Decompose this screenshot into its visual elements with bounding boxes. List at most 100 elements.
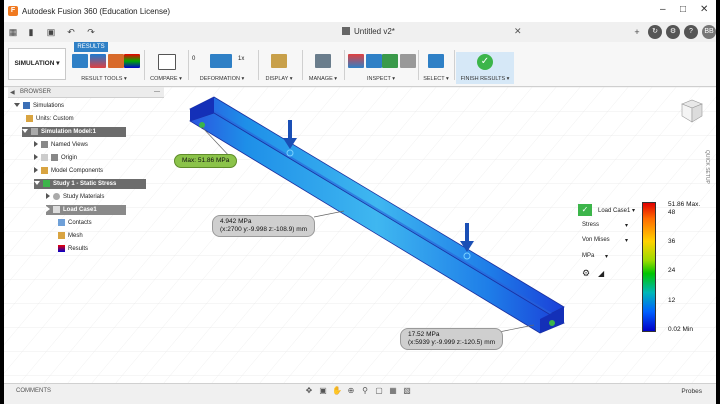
select-group[interactable]: SELECT ▾ — [420, 52, 452, 84]
component-dropdown[interactable]: Von Mises ▾ — [582, 237, 628, 244]
deformation-label: DEFORMATION — [199, 76, 240, 82]
close-tab-icon[interactable]: ✕ — [514, 26, 522, 37]
browser-collapse-icon[interactable]: — — [154, 89, 160, 95]
tree-load-case[interactable]: Load Case1 — [46, 205, 126, 215]
components-icon — [41, 166, 48, 174]
help-icon[interactable]: ? — [684, 25, 698, 39]
save-icon[interactable]: ▣ — [46, 27, 56, 37]
tree-units[interactable]: Units: Custom — [26, 114, 74, 124]
quick-setup-tab[interactable]: QUICK SETUP — [700, 150, 710, 190]
comments-label[interactable]: COMMENTS — [16, 388, 51, 394]
app-grid-icon[interactable]: ▦ — [8, 27, 18, 37]
deformation-icon — [210, 54, 232, 68]
tree-study-materials[interactable]: Study Materials — [46, 192, 104, 202]
probe-2-value: 17.52 MPa — [408, 331, 440, 338]
zoom-icon[interactable]: ⊕ — [346, 386, 356, 396]
display-settings-icon[interactable]: ▢ — [374, 386, 384, 396]
tree-origin[interactable]: Origin — [34, 153, 77, 163]
inspect-label: INSPECT — [366, 76, 391, 82]
eye-icon[interactable] — [41, 153, 48, 161]
compare-group[interactable]: COMPARE ▾ — [146, 52, 186, 84]
tree-results[interactable]: Results — [58, 244, 88, 254]
app-window: F Autodesk Fusion 360 (Education License… — [4, 0, 716, 404]
fit-icon[interactable]: ⚲ — [360, 386, 370, 396]
tree-label: Origin — [61, 155, 78, 161]
ribbon-separator — [344, 50, 345, 80]
undo-icon[interactable]: ↶ — [66, 27, 76, 37]
user-avatar[interactable]: BB — [702, 25, 716, 39]
notifications-icon[interactable]: ⚙ — [666, 25, 680, 39]
toggle-legend-icon — [90, 54, 106, 68]
tree-model-components[interactable]: Model Components — [34, 166, 103, 176]
legend-min: 0.02 Min — [668, 326, 693, 333]
measure-icon — [366, 54, 382, 68]
legend-settings-icon[interactable]: ⚙ — [582, 268, 590, 279]
minimize-button[interactable]: – — [660, 5, 666, 15]
probe-icon — [108, 54, 124, 68]
ribbon-separator — [302, 50, 303, 80]
document-tab[interactable]: Untitled v2* ✕ — [324, 22, 554, 42]
units-value: MPa — [582, 253, 595, 259]
tree-label: Contacts — [68, 220, 92, 226]
browser-header[interactable]: ◀ BROWSER — — [8, 87, 164, 98]
look-at-icon[interactable]: ▣ — [318, 386, 328, 396]
tree-label: Simulation Model:1 — [41, 129, 97, 135]
fusion-logo-icon: F — [8, 6, 18, 16]
browser-panel: ◀ BROWSER — Simulations Units: Custom Si… — [8, 87, 164, 257]
deformation-group[interactable]: 0 1x DEFORMATION ▾ — [190, 52, 254, 84]
ribbon: SIMULATION ▾ RESULTS RESULT TOOLS ▾ COMP… — [4, 42, 716, 87]
display-label: DISPLAY — [265, 76, 289, 82]
units-dropdown[interactable]: MPa ▾ — [582, 253, 608, 260]
result-tools-group[interactable]: RESULT TOOLS ▾ — [68, 52, 140, 84]
file-icon[interactable]: ▮ — [26, 27, 36, 37]
tree-simulation-model[interactable]: Simulation Model:1 — [22, 127, 126, 137]
max-stress-callout[interactable]: Max: 51.86 MPa — [174, 154, 238, 168]
result-type-dropdown[interactable]: Stress ▾ — [582, 222, 628, 229]
finish-results-group[interactable]: ✓ FINISH RESULTS ▾ — [456, 52, 514, 84]
grid-icon[interactable]: ▦ — [388, 386, 398, 396]
legend-tick: 12 — [668, 297, 676, 304]
display-group[interactable]: DISPLAY ▾ — [260, 52, 298, 84]
select-arrow-icon — [428, 54, 444, 68]
tree-simulations[interactable]: Simulations — [14, 101, 64, 111]
tree-contacts[interactable]: Contacts — [58, 218, 92, 228]
tree-named-views[interactable]: Named Views — [34, 140, 88, 150]
job-status-icon[interactable]: ↻ — [648, 25, 662, 39]
inspect-icon — [348, 54, 364, 68]
close-button[interactable]: ✕ — [700, 5, 708, 15]
legend-tick: 48 — [668, 209, 676, 216]
workspace-switcher[interactable]: SIMULATION ▾ — [8, 48, 66, 80]
redo-icon[interactable]: ↷ — [86, 27, 96, 37]
ribbon-separator — [454, 50, 455, 80]
probe-1-callout[interactable]: 4.942 MPa (x:2700 y:-9.998 z:-108.9) mm — [212, 215, 316, 237]
document-cube-icon — [342, 27, 350, 35]
app-title: Autodesk Fusion 360 (Education License) — [22, 7, 171, 16]
inspect-group[interactable]: INSPECT ▾ — [346, 52, 416, 84]
orbit-icon[interactable]: ✥ — [304, 386, 314, 396]
viewports-icon[interactable]: ▧ — [402, 386, 412, 396]
result-tools-icon — [72, 54, 88, 68]
study-check-icon — [43, 179, 50, 187]
probe-2-coords: (x:5939 y:-9.999 z:-120.5) mm — [408, 339, 496, 346]
pan-icon[interactable]: ✋ — [332, 386, 342, 396]
tab-results[interactable]: RESULTS — [74, 42, 108, 52]
load-case-dropdown[interactable]: Load Case1 ▾ — [598, 207, 635, 214]
tree-study-1[interactable]: Study 1 - Static Stress — [34, 179, 146, 189]
legend-scale-icon[interactable]: ◢ — [598, 269, 604, 278]
new-tab-icon[interactable]: + — [632, 27, 642, 37]
probe-2-callout[interactable]: 17.52 MPa (x:5939 y:-9.999 z:-120.5) mm — [400, 328, 504, 350]
select-label: SELECT — [423, 76, 445, 82]
view-cube[interactable] — [676, 96, 704, 124]
eye-icon[interactable] — [31, 127, 38, 135]
manage-group[interactable]: MANAGE ▾ — [304, 52, 342, 84]
tree-mesh[interactable]: Mesh — [58, 231, 83, 241]
workspace-label: SIMULATION — [14, 60, 55, 67]
collapse-browser-icon[interactable]: ◀ — [10, 89, 15, 96]
legend-tick: 36 — [668, 238, 676, 245]
results-check-icon[interactable]: ✓ — [578, 204, 592, 216]
result-type-value: Stress — [582, 222, 600, 228]
probes-label[interactable]: Probes — [681, 388, 702, 395]
manage-label: MANAGE — [308, 76, 333, 82]
stress-color-bar — [642, 202, 656, 332]
maximize-button[interactable]: □ — [680, 5, 686, 15]
